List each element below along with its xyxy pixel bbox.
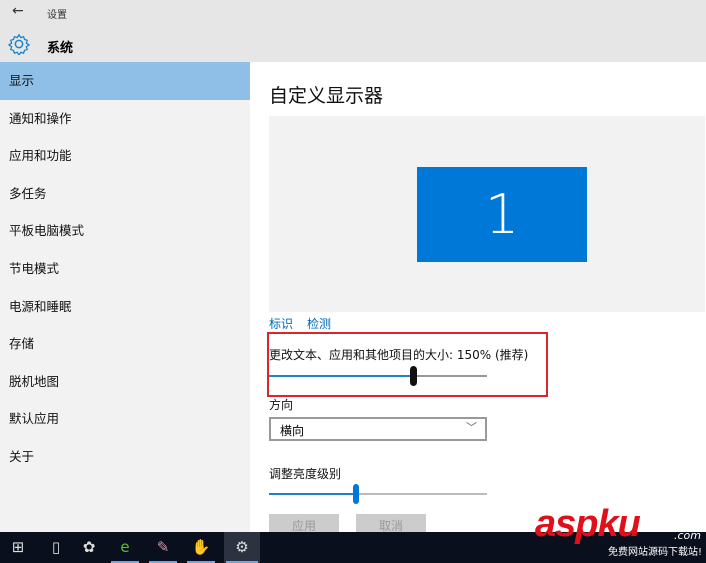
- orientation-dropdown[interactable]: 横向 ﹀: [269, 417, 487, 441]
- sidebar-item-default-apps[interactable]: 默认应用: [0, 400, 250, 438]
- sidebar-item-tablet-mode[interactable]: 平板电脑模式: [0, 212, 250, 250]
- highlight-box: [267, 332, 548, 397]
- sidebar-item-display[interactable]: 显示: [0, 62, 250, 100]
- scale-slider[interactable]: [269, 366, 487, 386]
- main-panel: 自定义显示器 1 标识 检测 更改文本、应用和其他项目的大小: 150% (推荐)…: [250, 62, 706, 538]
- slider-thumb[interactable]: [353, 484, 360, 504]
- sidebar-item-apps[interactable]: 应用和功能: [0, 137, 250, 175]
- scale-label: 更改文本、应用和其他项目的大小: 150% (推荐): [269, 348, 529, 362]
- sidebar-item-multitasking[interactable]: 多任务: [0, 175, 250, 213]
- detect-link[interactable]: 检测: [307, 317, 331, 331]
- ie-browser-icon[interactable]: e: [109, 532, 141, 563]
- sidebar-item-notifications[interactable]: 通知和操作: [0, 100, 250, 138]
- chevron-down-icon: ﹀: [466, 421, 477, 434]
- app-title: 设置: [47, 10, 67, 21]
- slider-thumb[interactable]: [409, 366, 417, 386]
- baidu-app-icon[interactable]: ✋: [185, 532, 217, 563]
- sidebar-item-storage[interactable]: 存储: [0, 325, 250, 363]
- sidebar-item-battery-saver[interactable]: 节电模式: [0, 250, 250, 288]
- orientation-label: 方向: [269, 398, 294, 412]
- brightness-slider[interactable]: [269, 484, 487, 504]
- sidebar-item-about[interactable]: 关于: [0, 438, 250, 476]
- paint-app-icon[interactable]: ✎: [147, 532, 179, 563]
- orientation-value: 横向: [280, 424, 305, 438]
- slider-fill: [269, 375, 413, 377]
- task-view-icon[interactable]: ▯: [40, 532, 72, 563]
- section-title: 系统: [47, 41, 74, 56]
- identify-link[interactable]: 标识: [269, 317, 293, 331]
- sidebar-item-power-sleep[interactable]: 电源和睡眠: [0, 288, 250, 326]
- settings-gear-icon[interactable]: ⚙: [224, 532, 260, 563]
- slider-fill: [269, 493, 357, 495]
- title-bar: ← 设置 系统: [0, 0, 706, 62]
- brightness-label: 调整亮度级别: [269, 467, 342, 481]
- sidebar: 显示 通知和操作 应用和功能 多任务 平板电脑模式 节电模式 电源和睡眠 存储 …: [0, 62, 250, 532]
- fan-app-icon[interactable]: ✿: [73, 532, 105, 563]
- page-title: 自定义显示器: [269, 85, 384, 107]
- monitor-tile[interactable]: 1: [417, 167, 587, 262]
- preview-links: 标识 检测: [269, 315, 345, 332]
- watermark: aspku .com 免费网站源码下载站!: [535, 503, 705, 563]
- gear-icon: [8, 33, 30, 55]
- back-arrow-icon[interactable]: ←: [12, 3, 24, 19]
- display-preview: 1: [269, 116, 705, 312]
- watermark-tagline: 免费网站源码下载站!: [607, 547, 702, 558]
- sidebar-item-offline-maps[interactable]: 脱机地图: [0, 363, 250, 401]
- windows-start-icon[interactable]: ⊞: [2, 532, 34, 563]
- watermark-logo: aspku: [535, 503, 641, 545]
- watermark-domain: .com: [674, 529, 701, 542]
